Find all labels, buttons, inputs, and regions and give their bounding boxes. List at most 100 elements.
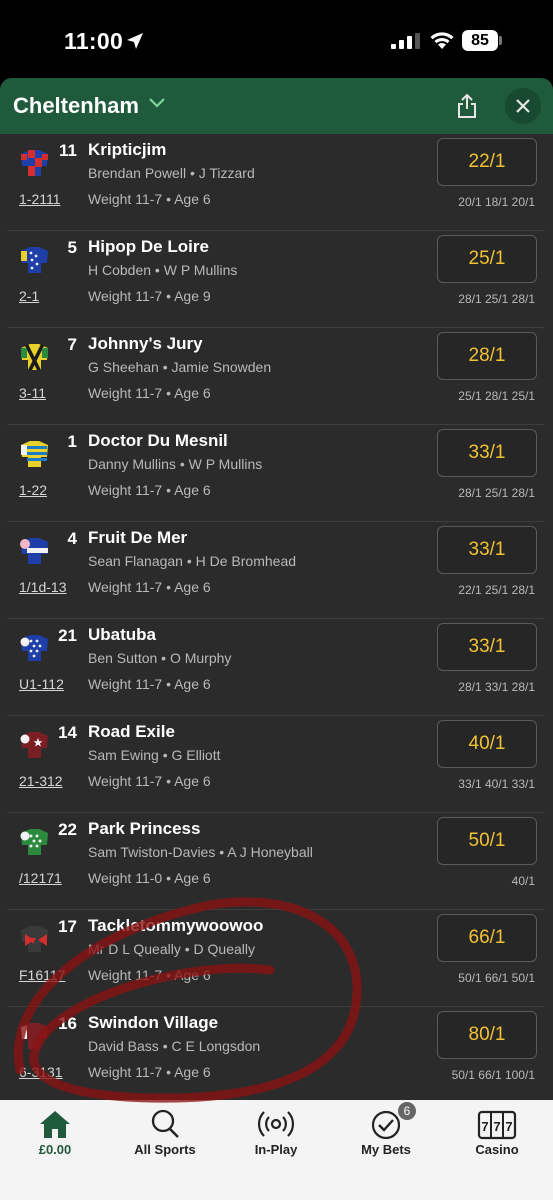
runner-row[interactable]: 22 Park Princess Sam Twiston-Davies • A … <box>7 813 545 910</box>
horse-name[interactable]: Road Exile <box>88 722 175 742</box>
runner-row[interactable]: 1 Doctor Du Mesnil Danny Mullins • W P M… <box>7 425 545 522</box>
tab-label: In-Play <box>254 1142 298 1157</box>
horse-name[interactable]: Ubatuba <box>88 625 156 645</box>
meeting-title[interactable]: Cheltenham <box>13 93 139 119</box>
odds-button[interactable]: 33/1 <box>437 429 537 477</box>
tab-casino[interactable]: 7 7 7 Casino <box>442 1100 552 1200</box>
in-play-icon <box>257 1111 295 1137</box>
runner-number: 7 <box>67 335 77 354</box>
weight-age: Weight 11-7 • Age 6 <box>88 191 211 207</box>
battery-level: 85 <box>462 30 498 51</box>
my-bets-count-badge: 6 <box>398 1102 416 1120</box>
previous-odds: 33/1 40/1 33/1 <box>458 777 535 791</box>
status-time: 11:00 <box>64 28 124 54</box>
form-link[interactable]: U1-112 <box>19 676 64 692</box>
form-link[interactable]: F16117 <box>19 967 65 983</box>
runner-row[interactable]: 7 Johnny's Jury G Sheehan • Jamie Snowde… <box>7 328 545 425</box>
runner-number: 22 <box>58 820 77 839</box>
previous-odds: 40/1 <box>511 874 535 888</box>
previous-odds: 28/1 25/1 28/1 <box>458 292 535 306</box>
runner-number: 5 <box>67 238 77 257</box>
svg-text:7: 7 <box>481 1119 488 1134</box>
runner-number: 1 <box>67 432 77 451</box>
form-link[interactable]: 1/1d-13 <box>19 579 66 595</box>
odds-button[interactable]: 28/1 <box>437 332 537 380</box>
close-icon <box>516 99 530 113</box>
weight-age: Weight 11-7 • Age 6 <box>88 385 211 401</box>
runner-number: 4 <box>67 529 77 548</box>
weight-age: Weight 11-7 • Age 6 <box>88 676 211 692</box>
tab-home[interactable]: £0.00 <box>0 1100 110 1200</box>
location-arrow-icon <box>127 33 143 49</box>
chevron-down-icon[interactable] <box>148 97 166 109</box>
svg-text:7: 7 <box>493 1119 500 1134</box>
tab-label: All Sports <box>134 1142 196 1157</box>
horse-name[interactable]: Swindon Village <box>88 1013 218 1033</box>
odds-button[interactable]: 22/1 <box>437 138 537 186</box>
horse-name[interactable]: Tackletommywoowoo <box>88 916 263 936</box>
tab-label: Casino <box>475 1142 519 1157</box>
horse-name[interactable]: Doctor Du Mesnil <box>88 431 228 451</box>
horse-name[interactable]: Kripticjim <box>88 140 166 160</box>
sheet-header: Cheltenham <box>0 78 553 134</box>
close-button[interactable] <box>505 88 541 124</box>
horse-name[interactable]: Park Princess <box>88 819 200 839</box>
race-sheet: Cheltenham 11 Kripticjim Brendan Powell … <box>0 78 553 1200</box>
previous-odds: 50/1 66/1 50/1 <box>458 971 535 985</box>
form-link[interactable]: 1-2111 <box>19 191 61 207</box>
runner-row[interactable]: 21 Ubatuba Ben Sutton • O Murphy U1-112 … <box>7 619 545 716</box>
tab-all-sports[interactable]: All Sports <box>110 1100 220 1200</box>
odds-button[interactable]: 80/1 <box>437 1011 537 1059</box>
weight-age: Weight 11-0 • Age 6 <box>88 870 211 886</box>
runner-number: 16 <box>58 1014 77 1033</box>
jockey-trainer: Ben Sutton • O Murphy <box>88 650 232 666</box>
runner-row[interactable]: 17 Tackletommywoowoo Mr D L Queally • D … <box>7 910 545 1007</box>
runner-number: 14 <box>58 723 77 742</box>
search-icon <box>151 1109 179 1138</box>
runner-list[interactable]: 11 Kripticjim Brendan Powell • J Tizzard… <box>7 134 545 1100</box>
tab-my-bets[interactable]: 6 My Bets <box>331 1100 441 1200</box>
runner-row[interactable]: 4 Fruit De Mer Sean Flanagan • H De Brom… <box>7 522 545 619</box>
weight-age: Weight 11-7 • Age 6 <box>88 1064 211 1080</box>
jockey-trainer: Mr D L Queally • D Queally <box>88 941 255 957</box>
bottom-tab-bar: £0.00 All Sports In-Play 6 My Bets 7 7 7… <box>0 1100 553 1200</box>
weight-age: Weight 11-7 • Age 6 <box>88 773 211 789</box>
jockey-trainer: Sam Ewing • G Elliott <box>88 747 221 763</box>
horse-name[interactable]: Hipop De Loire <box>88 237 209 257</box>
runner-number: 21 <box>58 626 77 645</box>
weight-age: Weight 11-7 • Age 6 <box>88 967 211 983</box>
previous-odds: 20/1 18/1 20/1 <box>458 195 535 209</box>
odds-button[interactable]: 33/1 <box>437 526 537 574</box>
odds-button[interactable]: 33/1 <box>437 623 537 671</box>
runner-row[interactable]: 16 Swindon Village David Bass • C E Long… <box>7 1007 545 1100</box>
share-icon[interactable] <box>455 93 479 119</box>
jockey-trainer: David Bass • C E Longsdon <box>88 1038 261 1054</box>
wifi-icon <box>430 32 454 49</box>
horse-name[interactable]: Fruit De Mer <box>88 528 187 548</box>
odds-button[interactable]: 25/1 <box>437 235 537 283</box>
form-link[interactable]: 21-312 <box>19 773 63 789</box>
cellular-signal-icon <box>391 33 420 49</box>
horse-name[interactable]: Johnny's Jury <box>88 334 203 354</box>
runner-number: 11 <box>59 141 77 160</box>
weight-age: Weight 11-7 • Age 6 <box>88 482 211 498</box>
form-link[interactable]: 1-22 <box>19 482 47 498</box>
svg-text:7: 7 <box>505 1119 512 1134</box>
runner-row[interactable]: 5 Hipop De Loire H Cobden • W P Mullins … <box>7 231 545 328</box>
runner-number: 17 <box>58 917 77 936</box>
form-link[interactable]: 6-3131 <box>19 1064 63 1080</box>
form-link[interactable]: /12171 <box>19 870 62 886</box>
odds-button[interactable]: 66/1 <box>437 914 537 962</box>
tab-in-play[interactable]: In-Play <box>221 1100 331 1200</box>
runner-row[interactable]: 14 Road Exile Sam Ewing • G Elliott 21-3… <box>7 716 545 813</box>
odds-button[interactable]: 50/1 <box>437 817 537 865</box>
jockey-trainer: Sam Twiston-Davies • A J Honeyball <box>88 844 313 860</box>
odds-button[interactable]: 40/1 <box>437 720 537 768</box>
previous-odds: 28/1 33/1 28/1 <box>458 680 535 694</box>
runner-row[interactable]: 11 Kripticjim Brendan Powell • J Tizzard… <box>7 134 545 231</box>
form-link[interactable]: 2-1 <box>19 288 39 304</box>
previous-odds: 28/1 25/1 28/1 <box>458 486 535 500</box>
jockey-trainer: Danny Mullins • W P Mullins <box>88 456 263 472</box>
form-link[interactable]: 3-11 <box>19 385 46 401</box>
tab-label: £0.00 <box>38 1142 72 1157</box>
